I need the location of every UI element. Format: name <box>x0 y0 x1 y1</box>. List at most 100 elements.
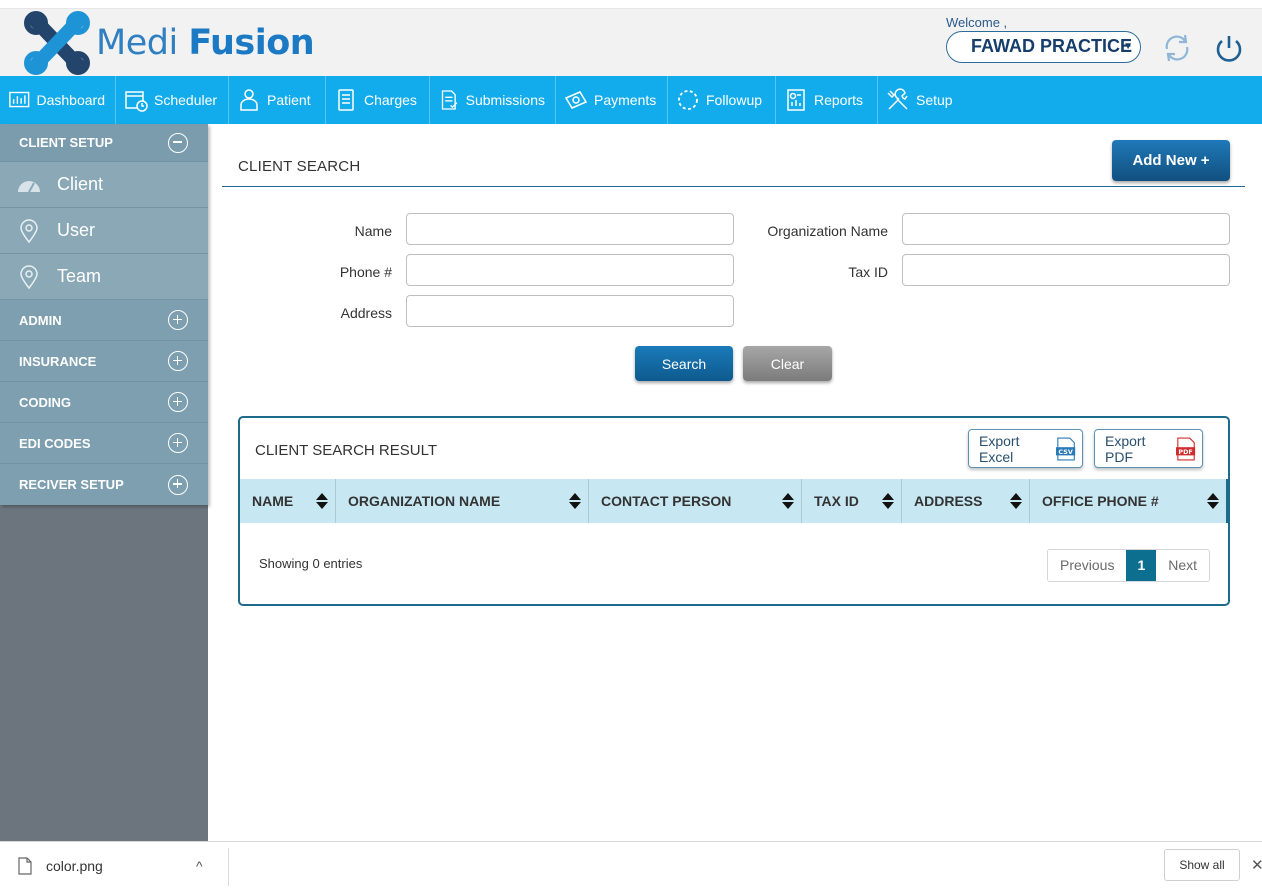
nav-label: Patient <box>267 92 311 108</box>
download-file-name: color.png <box>46 858 103 874</box>
nav-label: Dashboard <box>36 92 106 108</box>
expand-icon[interactable] <box>168 474 188 495</box>
welcome-label: Welcome , <box>946 15 1008 30</box>
search-button[interactable]: Search <box>635 346 733 381</box>
table-header: NAME ORGANIZATION NAME CONTACT PERSON TA… <box>240 479 1228 523</box>
money-icon <box>564 91 588 109</box>
submission-icon <box>441 90 458 110</box>
logo-text-fusion: Fusion <box>188 23 315 63</box>
nav-followup[interactable]: Followup <box>668 76 776 124</box>
app-header: Medi Fusion Welcome , FAWAD PRACTICE ▼ <box>0 8 1262 76</box>
sidebar-section-coding[interactable]: CODING <box>0 382 208 423</box>
sidebar-item-label: Team <box>57 266 102 286</box>
address-label: Address <box>340 305 392 321</box>
logo-text-medi: Medi <box>96 23 178 63</box>
nav-reports[interactable]: Reports <box>776 76 878 124</box>
column-header-contact-person[interactable]: CONTACT PERSON <box>589 479 802 523</box>
column-header-tax-id[interactable]: TAX ID <box>802 479 902 523</box>
nav-payments[interactable]: Payments <box>556 76 668 124</box>
nav-submissions[interactable]: Submissions <box>430 76 556 124</box>
map-pin-icon <box>20 218 38 243</box>
csv-file-icon: CSV <box>1055 436 1076 461</box>
nav-charges[interactable]: Charges <box>326 76 430 124</box>
nav-scheduler[interactable]: Scheduler <box>116 76 229 124</box>
tax-id-input[interactable] <box>902 254 1230 286</box>
sidebar-section-label: CODING <box>19 394 71 410</box>
column-header-name[interactable]: NAME <box>240 479 336 523</box>
next-page-button[interactable]: Next <box>1156 550 1210 581</box>
expand-icon[interactable] <box>168 433 188 453</box>
export-pdf-button[interactable]: Export PDF PDF <box>1094 429 1203 468</box>
add-new-button[interactable]: Add New + <box>1112 140 1230 181</box>
page-1-button[interactable]: 1 <box>1126 550 1157 581</box>
expand-icon[interactable] <box>168 310 188 330</box>
power-icon[interactable] <box>1212 31 1246 65</box>
name-input[interactable] <box>406 213 734 245</box>
map-pin-icon <box>20 264 38 289</box>
column-label: CONTACT PERSON <box>601 493 732 509</box>
pdf-badge-text: PDF <box>1178 448 1192 456</box>
sidebar-item-user[interactable]: User <box>0 208 208 254</box>
report-icon <box>787 89 805 111</box>
title-divider <box>222 186 1245 187</box>
clear-button[interactable]: Clear <box>743 346 832 381</box>
sort-icon <box>316 493 328 509</box>
expand-icon[interactable] <box>168 392 188 412</box>
close-icon[interactable]: ✕ <box>1251 856 1262 874</box>
patient-icon <box>240 89 258 111</box>
nav-dashboard[interactable]: Dashboard <box>0 76 116 124</box>
sidebar-section-insurance[interactable]: INSURANCE <box>0 341 208 382</box>
column-label: OFFICE PHONE # <box>1042 493 1159 509</box>
nav-label: Payments <box>594 92 657 108</box>
sort-icon <box>782 493 794 509</box>
organization-name-input[interactable] <box>902 213 1230 245</box>
sidebar-item-label: Client <box>57 174 104 194</box>
sidebar-section-label: EDI CODES <box>19 435 91 451</box>
phone-label: Phone # <box>339 264 392 280</box>
name-label: Name <box>354 223 392 239</box>
sidebar-section-client-setup[interactable]: CLIENT SETUP <box>0 124 208 162</box>
tax-id-label: Tax ID <box>848 264 888 280</box>
download-item[interactable]: color.png <box>18 857 103 875</box>
column-header-address[interactable]: ADDRESS <box>902 479 1030 523</box>
column-header-organization-name[interactable]: ORGANIZATION NAME <box>336 479 589 523</box>
sort-icon <box>569 493 581 509</box>
organization-name-label: Organization Name <box>767 223 888 239</box>
nav-patient[interactable]: Patient <box>229 76 326 124</box>
file-icon <box>18 857 32 875</box>
previous-page-button[interactable]: Previous <box>1048 550 1127 581</box>
sidebar-item-client[interactable]: Client <box>0 162 208 208</box>
sidebar-section-admin[interactable]: ADMIN <box>0 300 208 341</box>
practice-select[interactable]: FAWAD PRACTICE ▼ <box>946 31 1141 63</box>
nav-setup[interactable]: Setup <box>878 76 968 124</box>
expand-icon[interactable] <box>168 351 188 371</box>
collapse-icon[interactable] <box>168 132 188 153</box>
sidebar-item-label: User <box>57 220 96 240</box>
main-nav: Dashboard Scheduler Patient Charges Subm… <box>0 76 1262 124</box>
chevron-up-icon[interactable]: ^ <box>196 858 203 874</box>
speedometer-icon <box>18 180 40 192</box>
sidebar-section-label: ADMIN <box>19 312 62 328</box>
entries-info: Showing 0 entries <box>259 556 363 571</box>
search-result-panel: CLIENT SEARCH RESULT Export Excel CSV Ex… <box>238 416 1230 606</box>
nav-label: Scheduler <box>154 92 218 108</box>
show-all-button[interactable]: Show all <box>1164 849 1240 881</box>
column-label: ORGANIZATION NAME <box>348 493 501 509</box>
column-header-office-phone[interactable]: OFFICE PHONE # <box>1030 479 1228 523</box>
nav-label: Submissions <box>465 92 545 108</box>
column-label: ADDRESS <box>914 493 983 509</box>
column-label: TAX ID <box>814 493 859 509</box>
sort-icon <box>1010 493 1022 509</box>
export-excel-button[interactable]: Export Excel CSV <box>968 429 1083 468</box>
sidebar-item-team[interactable]: Team <box>0 254 208 300</box>
sidebar-section-edi-codes[interactable]: EDI CODES <box>0 423 208 464</box>
logo[interactable]: Medi Fusion <box>22 9 315 77</box>
sidebar-section-reciver-setup[interactable]: RECIVER SETUP <box>0 464 208 505</box>
practice-name: FAWAD PRACTICE <box>971 36 1133 56</box>
logo-text: Medi Fusion <box>96 23 315 63</box>
refresh-icon[interactable] <box>1160 31 1194 65</box>
address-input[interactable] <box>406 295 734 327</box>
caret-down-icon: ▼ <box>1123 41 1133 52</box>
result-title: CLIENT SEARCH RESULT <box>255 442 437 459</box>
phone-input[interactable] <box>406 254 734 286</box>
